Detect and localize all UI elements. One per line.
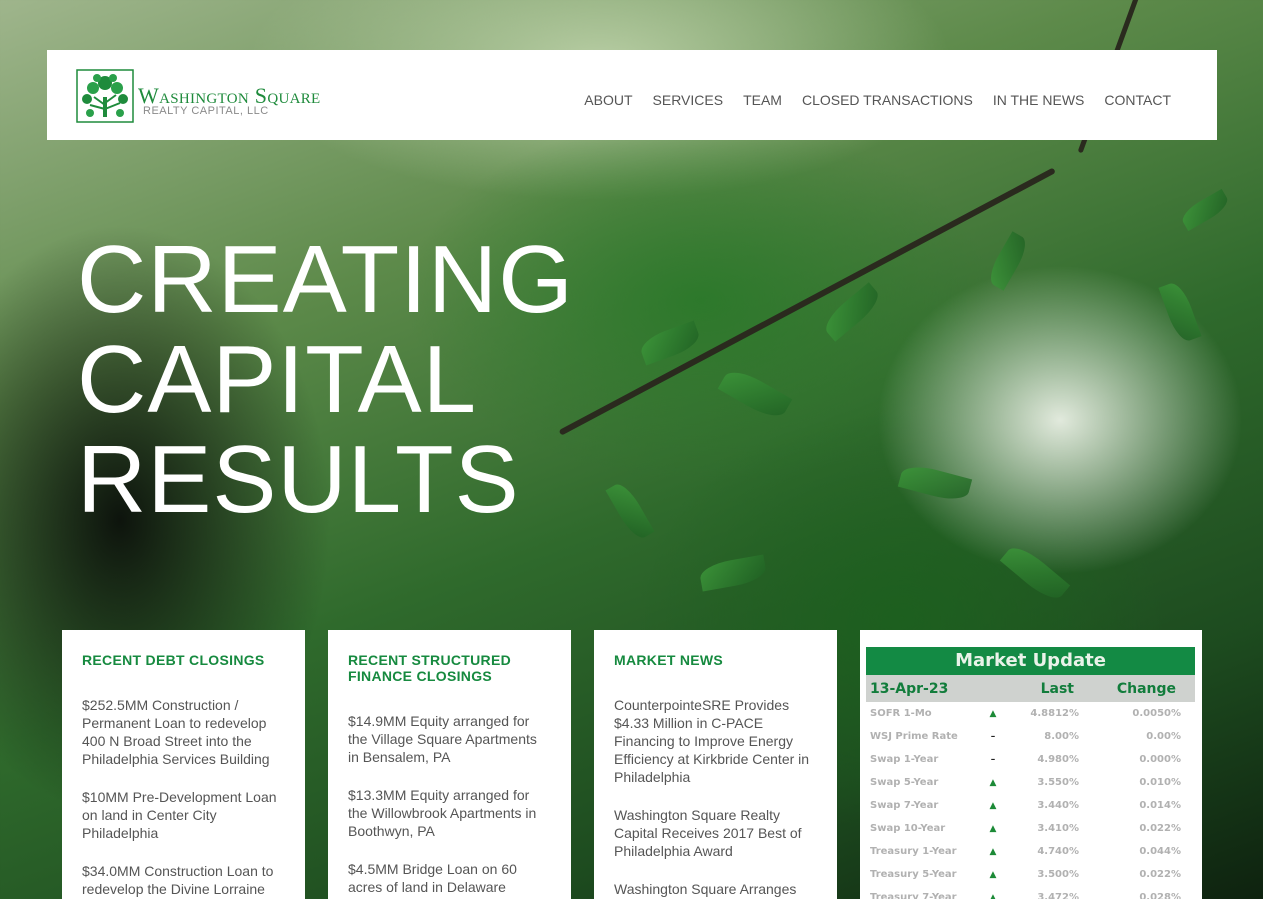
market-update-title: Market Update — [866, 647, 1195, 675]
tree-logo-icon — [76, 69, 134, 123]
rate-name: Swap 7-Year — [870, 800, 939, 811]
nav-item-about[interactable]: ABOUT — [584, 92, 632, 108]
closing-item[interactable]: $14.9MM Equity arranged for the Village … — [348, 712, 551, 766]
rate-last-value: 4.740% — [1037, 846, 1079, 857]
no-change-dash-icon: – — [990, 754, 996, 765]
market-rate-row: Treasury 5-Year ▲ 3.500% 0.022% — [866, 863, 1195, 886]
closing-item[interactable]: $252.5MM Construction / Permanent Loan t… — [82, 696, 285, 768]
nav-item-contact[interactable]: CONTACT — [1104, 92, 1171, 108]
up-arrow-icon: ▲ — [989, 708, 997, 719]
rate-change-value: 0.014% — [1139, 800, 1181, 811]
hero-line: CREATING — [77, 226, 574, 333]
market-rate-row: WSJ Prime Rate – 8.00% 0.00% — [866, 725, 1195, 748]
up-arrow-icon: ▲ — [989, 800, 997, 811]
rate-change-value: 0.022% — [1139, 823, 1181, 834]
closing-item[interactable]: $13.3MM Equity arranged for the Willowbr… — [348, 786, 551, 840]
nav-item-services[interactable]: SERVICES — [653, 92, 724, 108]
market-news-card: MARKET NEWS CounterpointeSRE Provides $4… — [594, 630, 837, 899]
closing-item[interactable]: $10MM Pre-Development Loan on land in Ce… — [82, 788, 285, 842]
rate-last-value: 4.980% — [1037, 754, 1079, 765]
rate-change-value: 0.022% — [1139, 869, 1181, 880]
news-item[interactable]: Washington Square Arranges — [614, 880, 817, 898]
closing-item[interactable]: $4.5MM Bridge Loan on 60 acres of land i… — [348, 860, 551, 896]
rate-last-value: 3.440% — [1037, 800, 1079, 811]
main-nav: ABOUT SERVICES TEAM CLOSED TRANSACTIONS … — [584, 92, 1171, 108]
rate-name: Swap 10-Year — [870, 823, 946, 834]
market-rate-row: Swap 1-Year – 4.980% 0.000% — [866, 748, 1195, 771]
rate-last-value: 4.8812% — [1030, 708, 1079, 719]
news-item[interactable]: Washington Square Realty Capital Receive… — [614, 806, 817, 860]
up-arrow-icon: ▲ — [989, 777, 997, 788]
rate-name: Treasury 7-Year — [870, 892, 957, 899]
brand-subtitle: REALTY CAPITAL, LLC — [143, 105, 269, 117]
nav-item-in-the-news[interactable]: IN THE NEWS — [993, 92, 1085, 108]
card-title: RECENT STRUCTURED FINANCE CLOSINGS — [348, 652, 511, 684]
rate-change-value: 0.0050% — [1132, 708, 1181, 719]
market-rate-row: SOFR 1-Mo ▲ 4.8812% 0.0050% — [866, 702, 1195, 725]
site-header: Washington Square REALTY CAPITAL, LLC AB… — [47, 50, 1217, 140]
up-arrow-icon: ▲ — [989, 892, 997, 899]
market-rate-row: Treasury 1-Year ▲ 4.740% 0.044% — [866, 840, 1195, 863]
rate-name: WSJ Prime Rate — [870, 731, 958, 742]
hero-line: RESULTS — [77, 426, 520, 533]
nav-item-team[interactable]: TEAM — [743, 92, 782, 108]
up-arrow-icon: ▲ — [989, 846, 997, 857]
rate-name: Treasury 5-Year — [870, 869, 957, 880]
rate-name: Swap 5-Year — [870, 777, 939, 788]
rate-name: Swap 1-Year — [870, 754, 939, 765]
debt-closings-card: RECENT DEBT CLOSINGS $252.5MM Constructi… — [62, 630, 305, 899]
rate-change-value: 0.000% — [1139, 754, 1181, 765]
card-title: RECENT DEBT CLOSINGS — [82, 652, 265, 668]
up-arrow-icon: ▲ — [989, 823, 997, 834]
rate-change-value: 0.044% — [1139, 846, 1181, 857]
up-arrow-icon: ▲ — [989, 869, 997, 880]
rate-last-value: 8.00% — [1044, 731, 1079, 742]
rate-name: SOFR 1-Mo — [870, 708, 932, 719]
card-title: MARKET NEWS — [614, 652, 724, 668]
market-rate-row: Treasury 7-Year ▲ 3.472% 0.028% — [866, 886, 1195, 899]
rate-last-value: 3.410% — [1037, 823, 1079, 834]
rate-name: Treasury 1-Year — [870, 846, 957, 857]
rate-change-value: 0.010% — [1139, 777, 1181, 788]
rate-last-value: 3.472% — [1037, 892, 1079, 899]
rate-change-value: 0.028% — [1139, 892, 1181, 899]
nav-item-closed-transactions[interactable]: CLOSED TRANSACTIONS — [802, 92, 973, 108]
market-update-widget: Market Update 13-Apr-23 Last Change SOFR… — [860, 630, 1202, 899]
market-update-rows: SOFR 1-Mo ▲ 4.8812% 0.0050% WSJ Prime Rate – 8… — [866, 702, 1195, 899]
brand-logo[interactable]: Washington Square REALTY CAPITAL, LLC — [76, 69, 366, 123]
hero-line: CAPITAL — [77, 326, 477, 433]
column-header-last: Last — [1040, 680, 1074, 697]
closing-item[interactable]: $34.0MM Construction Loan to redevelop t… — [82, 862, 285, 898]
market-update-header: 13-Apr-23 Last Change — [866, 675, 1195, 702]
no-change-dash-icon: – — [990, 731, 996, 742]
rate-last-value: 3.500% — [1037, 869, 1079, 880]
rate-change-value: 0.00% — [1146, 731, 1181, 742]
market-rate-row: Swap 5-Year ▲ 3.550% 0.010% — [866, 771, 1195, 794]
market-update-date: 13-Apr-23 — [870, 680, 949, 697]
market-rate-row: Swap 10-Year ▲ 3.410% 0.022% — [866, 817, 1195, 840]
hero-headline: CREATING CAPITAL RESULTS — [77, 230, 574, 530]
structured-finance-card: RECENT STRUCTURED FINANCE CLOSINGS $14.9… — [328, 630, 571, 899]
rate-last-value: 3.550% — [1037, 777, 1079, 788]
column-header-change: Change — [1116, 680, 1176, 697]
news-item[interactable]: CounterpointeSRE Provides $4.33 Million … — [614, 696, 817, 786]
market-rate-row: Swap 7-Year ▲ 3.440% 0.014% — [866, 794, 1195, 817]
